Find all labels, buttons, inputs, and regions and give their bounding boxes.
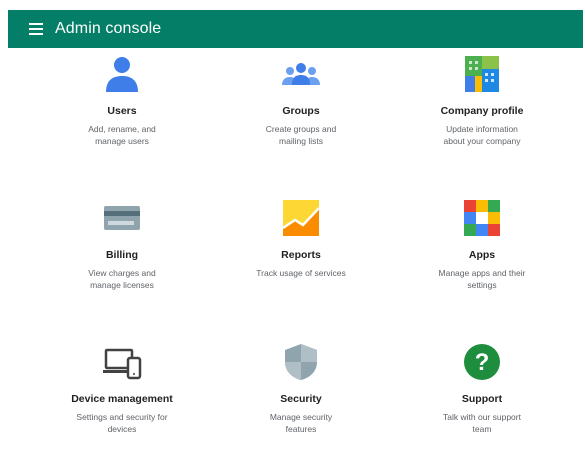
app-title: Admin console [55,20,162,37]
tile-title: Security [280,393,322,405]
tile-billing[interactable]: Billing View charges and manage licenses [32,198,212,318]
tile-title: Device management [71,393,173,405]
tile-reports[interactable]: Reports Track usage of services [211,198,391,318]
tile-title: Support [461,393,503,405]
tile-description: Settings and security for devices [76,412,168,434]
apps-grid-icon [464,200,500,236]
company-building-icon [465,56,499,92]
tile-apps[interactable]: Apps Manage apps and their settings [392,198,572,318]
tile-description: Add, rename, and manage users [88,124,156,146]
tile-description: Create groups and mailing lists [265,124,337,146]
reports-chart-icon [282,200,320,236]
tile-title: Company profile [440,105,524,117]
tile-title: Users [107,105,137,117]
user-icon [106,57,138,92]
tile-title: Apps [468,249,496,261]
groups-icon [282,63,320,85]
tile-title: Reports [281,249,321,261]
help-question-icon: ? [464,344,500,380]
tile-security[interactable]: Security Manage security features [211,342,391,459]
tile-description: Manage security features [269,412,333,434]
tile-title: Billing [105,249,139,261]
shield-icon [285,344,317,380]
credit-card-icon [104,206,140,230]
tile-device-management[interactable]: Device management Settings and security … [32,342,212,459]
admin-console-page: Admin console Users Add, rename, and man… [0,0,585,459]
tile-support[interactable]: ? Support Talk with our support team [392,342,572,459]
devices-icon [103,348,142,380]
tile-groups[interactable]: Groups Create groups and mailing lists [211,54,391,174]
app-header: Admin console [8,10,583,48]
hamburger-menu-icon[interactable] [29,23,43,35]
admin-tiles-grid: Users Add, rename, and manage users Grou… [30,54,575,449]
tile-users[interactable]: Users Add, rename, and manage users [32,54,212,174]
tile-title: Groups [282,105,320,117]
tile-description: Talk with our support team [443,412,521,434]
tile-description: View charges and manage licenses [88,268,156,290]
tile-description: Track usage of services [256,268,346,278]
svg-text:?: ? [475,349,490,376]
tile-company-profile[interactable]: Company profile Update information about… [392,54,572,174]
tile-description: Manage apps and their settings [438,268,526,290]
tile-description: Update information about your company [443,124,521,146]
